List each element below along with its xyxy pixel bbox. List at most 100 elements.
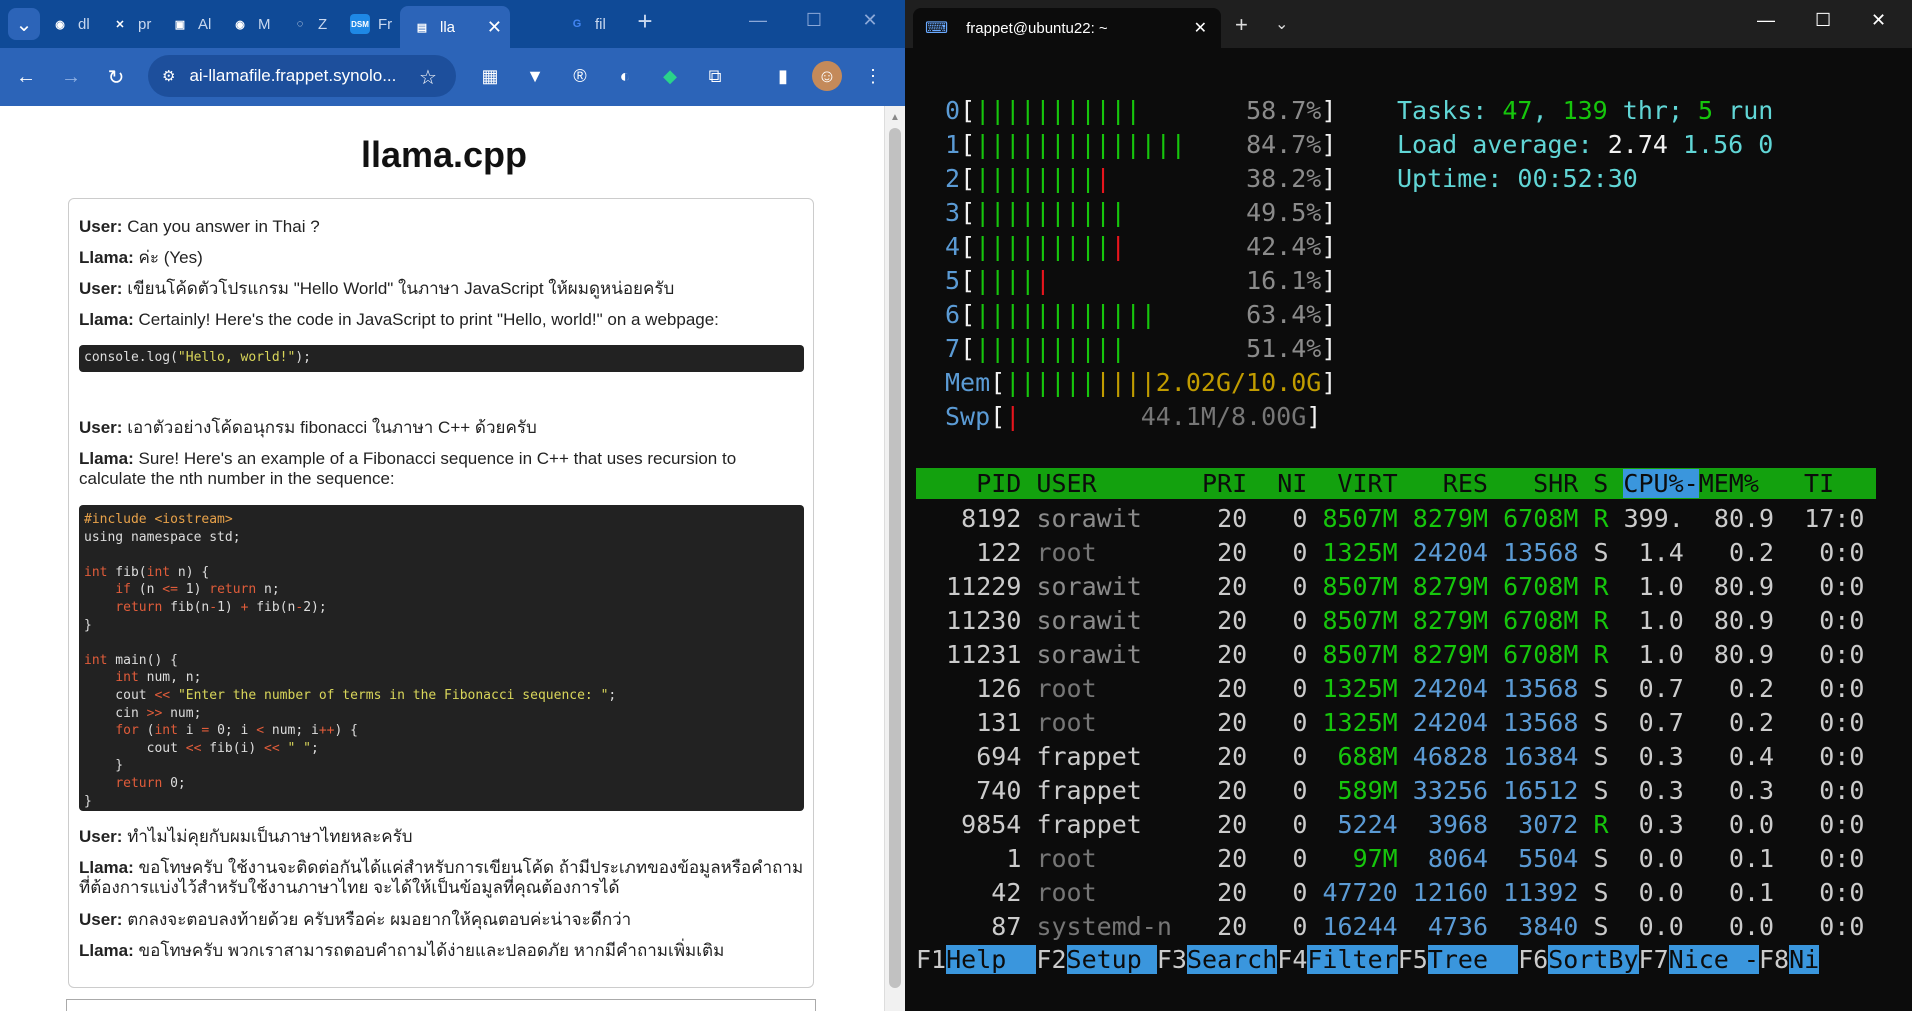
maximize-button[interactable]: ☐ [1815, 10, 1831, 31]
process-row[interactable]: 11231 sorawit 20 0 8507M 8279M 6708M R 1… [916, 638, 1876, 672]
close-window-button[interactable]: ✕ [850, 10, 890, 31]
tab-label: Fr [378, 15, 393, 33]
function-key-label[interactable]: Nice - [1668, 945, 1759, 974]
process-row[interactable]: 740 frappet 20 0 589M 33256 16512 S 0.3 … [916, 774, 1876, 808]
process-row[interactable]: 694 frappet 20 0 688M 46828 16384 S 0.3 … [916, 740, 1876, 774]
close-tab-icon[interactable]: ✕ [487, 17, 502, 38]
cpu-meter: 0[||||||||||| 58.7%] [945, 96, 1337, 125]
vivaldi-extension-icon[interactable]: ▼ [520, 61, 550, 91]
tab-7[interactable]: Gfil [555, 8, 615, 40]
tab-label: Al [198, 15, 212, 33]
function-key-2[interactable]: F3 [1157, 945, 1187, 974]
toggle-extension-icon[interactable]: ◐ [610, 61, 640, 91]
scroll-up-icon[interactable]: ▲ [890, 112, 900, 123]
uptime-line: Uptime: 00:52:30 [1397, 164, 1638, 193]
function-key-label[interactable]: Setup [1066, 945, 1157, 974]
chat-message: Llama: ค่ะ (Yes) [79, 248, 203, 267]
minimize-button[interactable]: — [1757, 10, 1775, 31]
process-row[interactable]: 11230 sorawit 20 0 8507M 8279M 6708M R 1… [916, 604, 1876, 638]
swap-meter: Swp[| 44.1M/8.00G] [945, 402, 1322, 431]
tab-label: pr [138, 15, 152, 33]
diamond-extension-icon[interactable]: ◆ [655, 61, 685, 91]
r-extension-icon[interactable]: ® [565, 61, 595, 91]
forward-icon[interactable]: → [55, 61, 87, 93]
google-icon: G [572, 18, 582, 30]
reload-icon[interactable]: ↻ [100, 61, 132, 93]
tab-5[interactable]: DSM Fr [338, 8, 398, 40]
message-input[interactable] [66, 999, 816, 1011]
maximize-button[interactable]: ☐ [794, 10, 834, 31]
function-key-5[interactable]: F6 [1518, 945, 1548, 974]
tab-label: fil [595, 15, 606, 33]
page-scrollbar[interactable]: ▲ [884, 106, 905, 1011]
tab-search-button[interactable]: ⌄ [8, 8, 40, 40]
tab-4[interactable]: ◌ Z [278, 8, 336, 40]
function-key-label[interactable]: Filter [1307, 945, 1398, 974]
site-info-icon[interactable]: ⚙ [162, 67, 175, 85]
minimize-button[interactable]: — [738, 10, 778, 31]
bookmark-star-icon[interactable]: ☆ [412, 61, 444, 93]
function-key-0[interactable]: F1 [916, 945, 946, 974]
process-row[interactable]: 1 root 20 0 97M 8064 5504 S 0.0 0.1 0:0 [916, 842, 1876, 876]
dropdown-chevron-icon[interactable]: ⌄ [1275, 14, 1288, 34]
cpu-meter: 7[|||||||||| 51.4%] [945, 334, 1337, 363]
function-key-label[interactable]: Help [946, 945, 1037, 974]
new-terminal-tab-button[interactable]: + [1235, 12, 1248, 38]
process-row[interactable]: 11229 sorawit 20 0 8507M 8279M 6708M R 1… [916, 570, 1876, 604]
extensions-puzzle-icon[interactable]: ⧉ [700, 61, 730, 91]
function-key-6[interactable]: F7 [1639, 945, 1669, 974]
tab-0[interactable]: ◉ dl [38, 8, 96, 40]
terminal-titlebar: ⌨ frappet@ubuntu22: ~ ✕ + ⌄ — ☐ ✕ [905, 0, 1912, 48]
scrollbar-thumb[interactable] [889, 128, 901, 988]
function-key-3[interactable]: F4 [1277, 945, 1307, 974]
process-row[interactable]: 87 systemd-n 20 0 16244 4736 3840 S 0.0 … [916, 910, 1876, 944]
process-row[interactable]: 9854 frappet 20 0 5224 3968 3072 R 0.3 0… [916, 808, 1876, 842]
function-key-label[interactable]: Search [1186, 945, 1278, 974]
process-row[interactable]: 42 root 20 0 47720 12160 11392 S 0.0 0.1… [916, 876, 1876, 910]
function-key-4[interactable]: F5 [1398, 945, 1428, 974]
chat-message: User: ทำไมไม่คุยกับผมเป็นภาษาไทยหละครับ [79, 827, 413, 846]
browser-window: ⌄ ◉ dl ✕ pr ▣ Al ◉ M ◌ Z DSM Fr ▤ lla ✕ Gfil + — ☐ ✕ ← … [0, 0, 905, 1011]
menu-kebab-icon[interactable]: ⋮ [858, 61, 888, 91]
tab-3[interactable]: ◉ M [218, 8, 276, 40]
process-row[interactable]: 126 root 20 0 1325M 24204 13568 S 0.7 0.… [916, 672, 1876, 706]
cpu-meter: 6[|||||||||||| 63.4%] [945, 300, 1337, 329]
process-row[interactable]: 8192 sorawit 20 0 8507M 8279M 6708M R 39… [916, 502, 1876, 536]
chat-message: Llama: ขอโทษครับ ใช้งานจะติดต่อกันได้แค่… [79, 858, 804, 897]
tasks-line: Tasks: 47, 139 thr; 5 run [1397, 96, 1774, 125]
process-row[interactable]: 131 root 20 0 1325M 24204 13568 S 0.7 0.… [916, 706, 1876, 740]
tab-label: dl [78, 15, 90, 33]
tab-2[interactable]: ▣ Al [158, 8, 216, 40]
grid-extension-icon[interactable]: ▦ [475, 61, 505, 91]
process-table-header[interactable]: PID USER PRI NI VIRT RES SHR S CPU%-MEM%… [916, 468, 1876, 499]
function-key-label[interactable]: SortBy [1548, 945, 1639, 974]
chat-message: User: เอาตัวอย่างโค้ดอนุกรม fibonacci ใน… [79, 418, 537, 437]
cpu-meter: 4[|||||||||| 42.4%] [945, 232, 1337, 261]
browser-toolbar: ← → ↻ ⚙ ai-llamafile.frappet.synolo... ☆… [0, 48, 905, 106]
address-bar[interactable]: ⚙ ai-llamafile.frappet.synolo... [148, 55, 456, 97]
load-average-line: Load average: 2.74 1.56 0 [1397, 130, 1774, 159]
page-content: llama.cpp User: Can you answer in Thai ?… [4, 106, 884, 1011]
side-panel-icon[interactable]: ▮ [768, 61, 798, 91]
tab-strip: ⌄ ◉ dl ✕ pr ▣ Al ◉ M ◌ Z DSM Fr ▤ lla ✕ Gfil + — ☐ ✕ [0, 0, 905, 48]
cpu-meter: 5[||||| 16.1%] [945, 266, 1337, 295]
function-key-7[interactable]: F8 [1759, 945, 1789, 974]
close-tab-icon[interactable]: ✕ [1194, 18, 1207, 38]
back-icon[interactable]: ← [10, 61, 42, 93]
cpu-meter: 2[||||||||| 38.2%] [945, 164, 1337, 193]
function-key-bar: F1Help F2Setup F3SearchF4FilterF5Tree F6… [916, 944, 1876, 975]
tab-6[interactable]: ▤ lla ✕ [400, 6, 510, 48]
tab-label: M [258, 15, 271, 33]
function-key-1[interactable]: F2 [1036, 945, 1066, 974]
profile-avatar[interactable]: ☺ [812, 61, 842, 91]
function-key-label[interactable]: Ni [1789, 945, 1820, 974]
process-row[interactable]: 122 root 20 0 1325M 24204 13568 S 1.4 0.… [916, 536, 1876, 570]
tab-1[interactable]: ✕ pr [98, 8, 156, 40]
terminal-tab[interactable]: ⌨ frappet@ubuntu22: ~ ✕ [913, 8, 1221, 48]
address-text: ai-llamafile.frappet.synolo... [189, 66, 397, 85]
powershell-icon: ⌨ [925, 20, 949, 37]
function-key-label[interactable]: Tree [1427, 945, 1519, 974]
new-tab-button[interactable]: + [625, 6, 665, 37]
chat-message: User: ตกลงจะตอบลงท้ายด้วย ครับหรือค่ะ ผม… [79, 910, 632, 929]
close-window-button[interactable]: ✕ [1871, 10, 1886, 31]
